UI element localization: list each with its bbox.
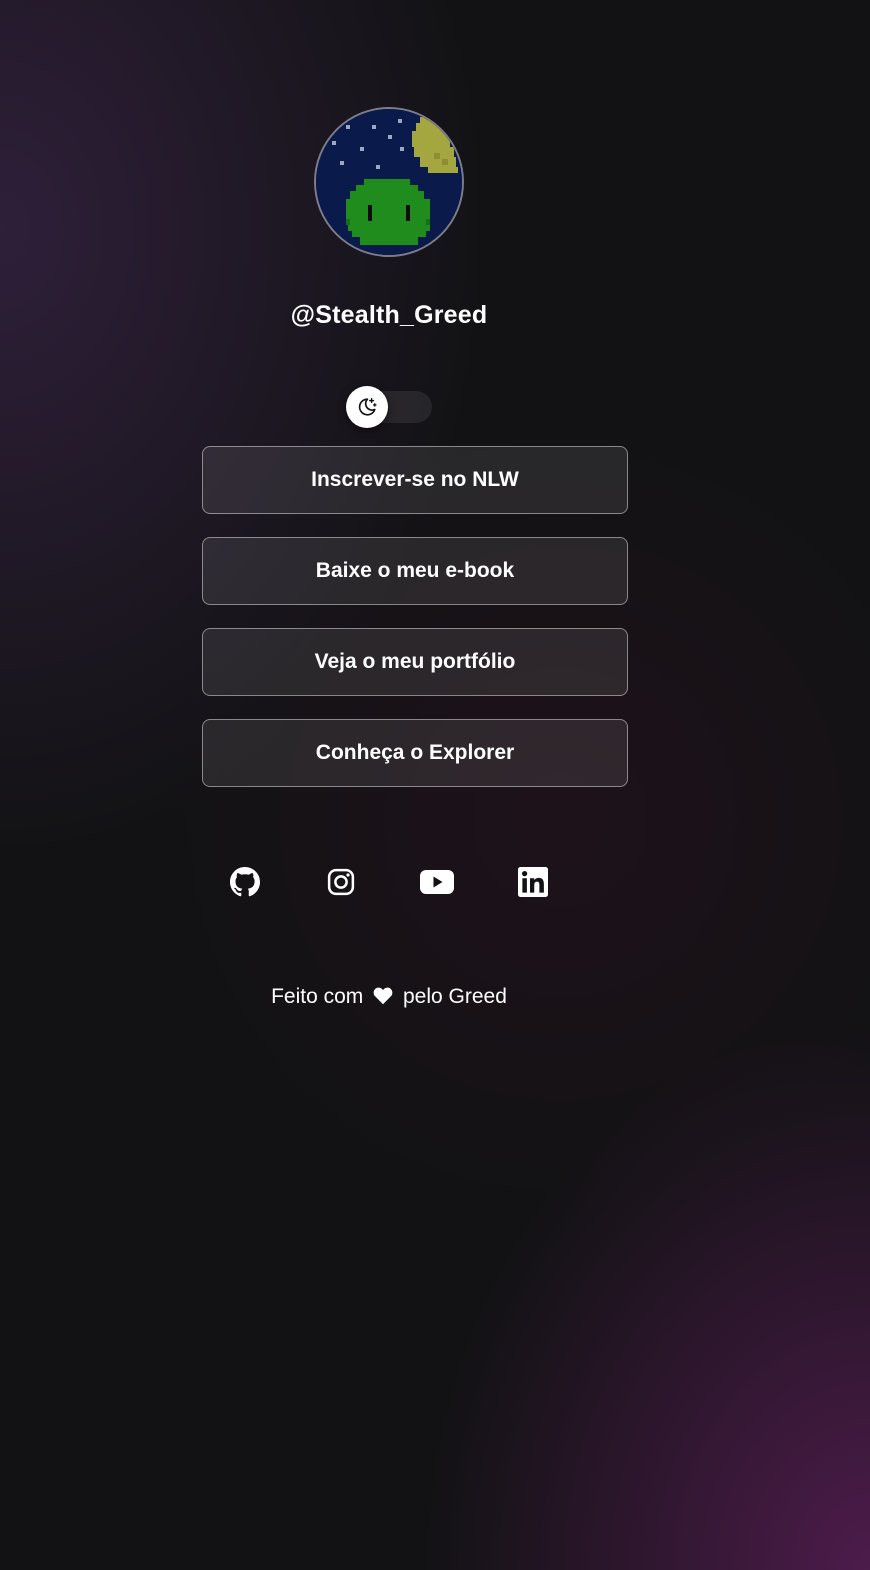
profile: @Stealth_Greed [0,107,778,330]
linkedin-link[interactable] [510,862,606,902]
github-icon [222,867,268,897]
avatar [314,107,464,257]
link-button-ebook[interactable]: Baixe o meu e-book [202,537,628,605]
moon-stars-icon [358,398,377,416]
username: @Stealth_Greed [290,301,488,329]
link-button-portfolio[interactable]: Veja o meu portfólio [202,628,628,696]
avatar-image [316,109,462,255]
youtube-link[interactable] [414,862,510,902]
links-list: Inscrever-se no NLW Baixe o meu e-book V… [202,446,628,810]
linkedin-icon [510,867,556,897]
footer-prefix: Feito com [271,985,364,1008]
social-links [222,862,606,902]
link-button-explorer[interactable]: Conheça o Explorer [202,719,628,787]
page: @Stealth_Greed Inscrever-se no NLW Baixe… [0,0,870,1570]
list-item: Inscrever-se no NLW [202,446,628,514]
theme-toggle-switch[interactable] [346,386,432,428]
heart-icon [373,986,393,1011]
list-item: Conheça o Explorer [202,719,628,787]
list-item: Baixe o meu e-book [202,537,628,605]
footer-suffix: pelo Greed [402,985,507,1008]
list-item: Veja o meu portfólio [202,628,628,696]
youtube-icon [414,869,460,895]
github-link[interactable] [222,862,318,902]
link-button-nlw[interactable]: Inscrever-se no NLW [202,446,628,514]
switch-knob[interactable] [346,386,388,428]
footer: Feito com pelo Greed [0,985,778,1011]
instagram-icon [318,867,364,897]
instagram-link[interactable] [318,862,414,902]
